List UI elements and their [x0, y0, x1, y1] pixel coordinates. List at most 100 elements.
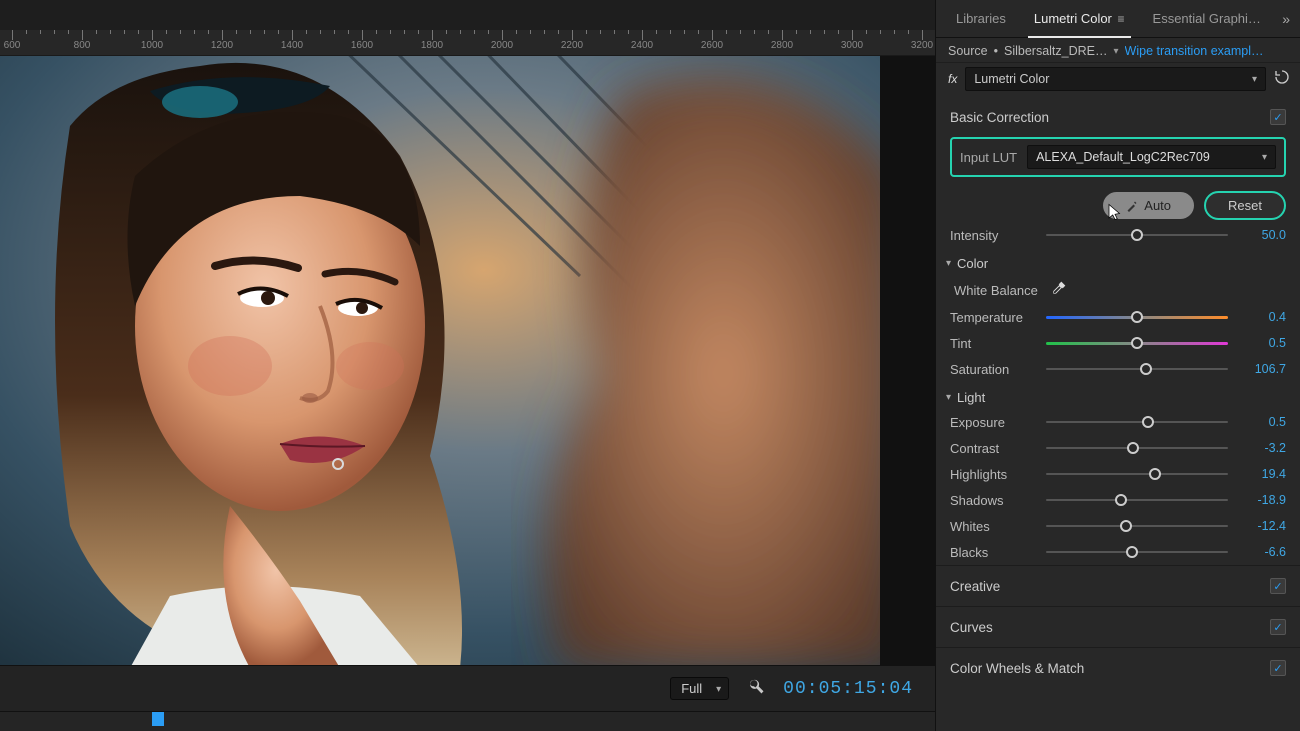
contrast-value[interactable]: -3.2 [1238, 441, 1286, 455]
lumetri-panel: Libraries Lumetri Color ≡ Essential Grap… [935, 0, 1300, 731]
whites-slider[interactable] [1046, 518, 1228, 534]
saturation-slider[interactable] [1046, 361, 1228, 377]
contrast-slider[interactable] [1046, 440, 1228, 456]
wheels-toggle[interactable]: ✓ [1270, 660, 1286, 676]
program-monitor[interactable] [0, 56, 935, 665]
intensity-value[interactable]: 50.0 [1238, 228, 1286, 242]
chevron-down-icon[interactable]: ▾ [1114, 46, 1119, 57]
reset-button-label: Reset [1228, 198, 1262, 213]
shadows-slider[interactable] [1046, 492, 1228, 508]
blacks-value[interactable]: -6.6 [1238, 545, 1286, 559]
intensity-row: Intensity 50.0 [936, 222, 1300, 248]
whites-label: Whites [950, 519, 1036, 534]
tab-libraries[interactable]: Libraries [942, 0, 1020, 38]
blacks-row: Blacks -6.6 [936, 539, 1300, 565]
intensity-slider[interactable] [1046, 227, 1228, 243]
exposure-slider[interactable] [1046, 414, 1228, 430]
section-color-wheels[interactable]: Color Wheels & Match ✓ [936, 647, 1300, 688]
auto-button-label: Auto [1144, 198, 1171, 213]
temperature-label: Temperature [950, 310, 1036, 325]
white-balance-row: White Balance [936, 275, 1300, 304]
temperature-value[interactable]: 0.4 [1238, 310, 1286, 324]
resolution-label: Full [681, 681, 702, 696]
tab-essential-graphics[interactable]: Essential Graphi… [1139, 0, 1275, 38]
color-subsection[interactable]: ▾ Color [936, 248, 1300, 275]
intensity-label: Intensity [950, 228, 1036, 243]
auto-button[interactable]: Auto [1103, 192, 1194, 219]
highlights-row: Highlights 19.4 [936, 461, 1300, 487]
whites-value[interactable]: -12.4 [1238, 519, 1286, 533]
tint-value[interactable]: 0.5 [1238, 336, 1286, 350]
tint-slider[interactable] [1046, 335, 1228, 351]
highlights-slider[interactable] [1046, 466, 1228, 482]
blacks-slider[interactable] [1046, 544, 1228, 560]
chevron-down-icon: ▾ [946, 258, 951, 269]
creative-title: Creative [950, 579, 1000, 594]
reset-effect-icon[interactable] [1274, 69, 1290, 90]
auto-reset-row: Auto Reset [936, 187, 1300, 222]
input-lut-value: ALEXA_Default_LogC2Rec709 [1036, 150, 1210, 164]
highlights-value[interactable]: 19.4 [1238, 467, 1286, 481]
tab-lumetri-label: Lumetri Color [1034, 11, 1112, 26]
shadows-label: Shadows [950, 493, 1036, 508]
timeline-ruler[interactable]: 6008001000120014001600180020002200240026… [0, 30, 935, 56]
expand-panel-icon[interactable]: » [1282, 11, 1290, 27]
mini-timeline[interactable] [0, 711, 935, 731]
tint-row: Tint 0.5 [936, 330, 1300, 356]
temperature-slider[interactable] [1046, 309, 1228, 325]
effect-row: fx Lumetri Color ▾ [936, 63, 1300, 99]
input-lut-select[interactable]: ALEXA_Default_LogC2Rec709 ▾ [1027, 145, 1276, 169]
light-subsection[interactable]: ▾ Light [936, 382, 1300, 409]
highlights-label: Highlights [950, 467, 1036, 482]
section-curves[interactable]: Curves ✓ [936, 606, 1300, 647]
effect-name: Lumetri Color [974, 72, 1049, 86]
tint-label: Tint [950, 336, 1036, 351]
temperature-row: Temperature 0.4 [936, 304, 1300, 330]
saturation-row: Saturation 106.7 [936, 356, 1300, 382]
tab-lumetri-color[interactable]: Lumetri Color ≡ [1020, 0, 1139, 38]
eyedropper-icon[interactable] [1050, 281, 1066, 300]
source-clip-name[interactable]: Silbersaltz_DRE… [1004, 44, 1108, 58]
blacks-label: Blacks [950, 545, 1036, 560]
contrast-row: Contrast -3.2 [936, 435, 1300, 461]
saturation-value[interactable]: 106.7 [1238, 362, 1286, 376]
basic-correction-toggle[interactable]: ✓ [1270, 109, 1286, 125]
resolution-select[interactable]: Full [670, 677, 729, 700]
timecode-display[interactable]: 00:05:15:04 [783, 679, 913, 699]
source-prefix: Source [948, 44, 988, 58]
source-row: Source • Silbersaltz_DRE… ▾ Wipe transit… [936, 38, 1300, 63]
playhead-marker[interactable] [152, 712, 164, 726]
basic-correction-title: Basic Correction [950, 110, 1049, 125]
creative-toggle[interactable]: ✓ [1270, 578, 1286, 594]
sequence-link[interactable]: Wipe transition exampl… [1125, 44, 1264, 58]
wheels-title: Color Wheels & Match [950, 661, 1084, 676]
chevron-down-icon: ▾ [1252, 74, 1257, 85]
wand-icon [1126, 200, 1138, 212]
saturation-label: Saturation [950, 362, 1036, 377]
curves-title: Curves [950, 620, 993, 635]
chevron-down-icon: ▾ [946, 392, 951, 403]
preview-image [0, 56, 880, 665]
chevron-down-icon: ▾ [1262, 152, 1267, 163]
panel-menu-icon[interactable]: ≡ [1118, 12, 1125, 26]
playback-bar: Full ▾ 00:05:15:04 [0, 665, 935, 711]
white-balance-label: White Balance [954, 283, 1038, 298]
input-lut-row: Input LUT ALEXA_Default_LogC2Rec709 ▾ [950, 137, 1286, 177]
fx-badge[interactable]: fx [948, 72, 957, 86]
contrast-label: Contrast [950, 441, 1036, 456]
bullet: • [994, 44, 998, 58]
shadows-value[interactable]: -18.9 [1238, 493, 1286, 507]
section-creative[interactable]: Creative ✓ [936, 565, 1300, 606]
whites-row: Whites -12.4 [936, 513, 1300, 539]
shadows-row: Shadows -18.9 [936, 487, 1300, 513]
color-title: Color [957, 256, 988, 271]
wrench-icon[interactable] [747, 677, 765, 700]
section-basic-correction[interactable]: Basic Correction ✓ [936, 99, 1300, 133]
top-toolbar [0, 0, 935, 30]
effect-select[interactable]: Lumetri Color ▾ [965, 67, 1266, 91]
reset-button[interactable]: Reset [1204, 191, 1286, 220]
curves-toggle[interactable]: ✓ [1270, 619, 1286, 635]
exposure-label: Exposure [950, 415, 1036, 430]
light-title: Light [957, 390, 985, 405]
exposure-value[interactable]: 0.5 [1238, 415, 1286, 429]
